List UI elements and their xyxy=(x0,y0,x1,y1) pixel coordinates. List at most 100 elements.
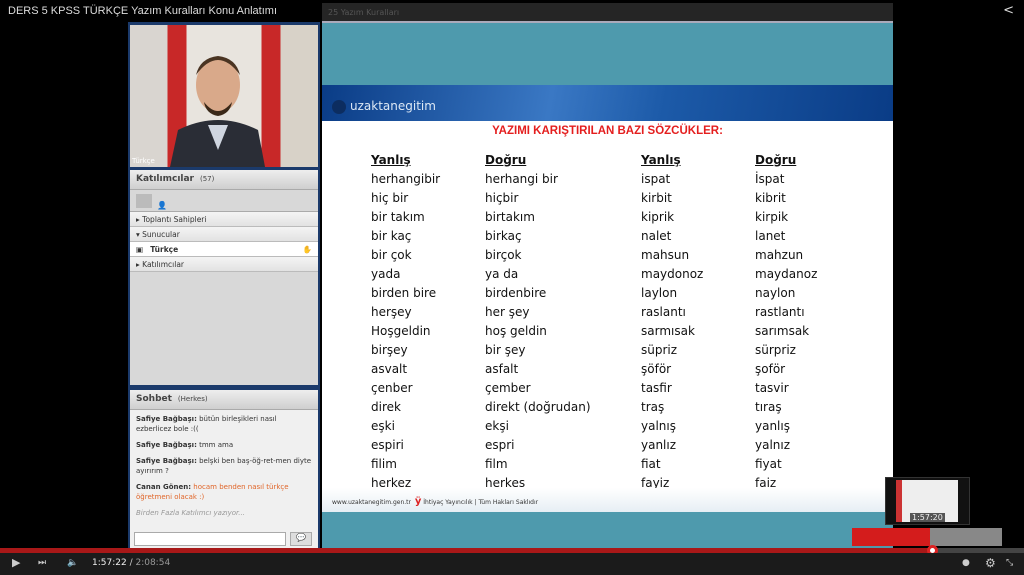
word-item: şoför xyxy=(755,362,786,376)
slide-banner: uzaktanegitim xyxy=(322,85,893,121)
word-item: tasvir xyxy=(755,381,789,395)
word-column: Yanlış herhangibir hiç bir bir takım bir kaç… xyxy=(371,151,440,493)
word-item: asvalt xyxy=(371,362,408,376)
word-item: yada xyxy=(371,267,401,281)
participants-title: Katılımcılar xyxy=(136,174,194,184)
word-item: laylon xyxy=(641,286,678,300)
word-item: hiç bir xyxy=(371,191,409,205)
word-item: süpriz xyxy=(641,343,678,357)
word-item: raslantı xyxy=(641,305,686,319)
word-item: birkaç xyxy=(485,229,522,243)
volume-icon[interactable]: 🔈 xyxy=(67,558,78,568)
participants-header: Katılımcılar (57) xyxy=(130,170,318,190)
next-icon[interactable]: ⏭ xyxy=(38,558,46,568)
webcam-video: Türkçe xyxy=(130,25,318,167)
word-item: kirpik xyxy=(755,210,789,224)
word-item: İspat xyxy=(755,172,785,186)
group-label: Katılımcılar xyxy=(142,260,185,269)
word-item: birdenbire xyxy=(485,286,547,300)
group-label: Sunucular xyxy=(142,230,180,239)
word-item: hoş geldin xyxy=(485,324,547,338)
seek-preview-thumbnail: 1:57:20 xyxy=(885,477,970,525)
word-item: film xyxy=(485,457,508,471)
column-header: Yanlış xyxy=(641,153,681,167)
word-item: şöför xyxy=(641,362,672,376)
time-display: 1:57:22 / 2:08:54 xyxy=(92,558,171,568)
word-column: Yanlış ispat kirbit kiprik nalet mahsun maydon… xyxy=(641,151,703,493)
word-item: fiyat xyxy=(755,457,782,471)
word-item: mahsun xyxy=(641,248,690,262)
group-hosts[interactable]: ▸ Toplantı Sahipleri xyxy=(130,212,318,227)
chat-message: Safiye Bağbaşı: belşki ben baş-öğ-ret-me… xyxy=(136,457,312,475)
uzaktanegitim-logo: uzaktanegitim xyxy=(332,99,436,114)
word-item: tasfir xyxy=(641,381,672,395)
word-item: yalnız xyxy=(755,438,791,452)
user-icon[interactable]: 👤 xyxy=(157,201,167,210)
word-item: kiprik xyxy=(641,210,675,224)
word-item: Hoşgeldin xyxy=(371,324,431,338)
word-item: yanlış xyxy=(755,419,790,433)
slide-heading: YAZIMI KARIŞTIRILAN BAZI SÖZCÜKLER: xyxy=(492,125,723,137)
chat-message: Safiye Bağbaşı: bütün birleşikleri nasıl… xyxy=(136,415,277,433)
video-title: DERS 5 KPSS TÜRKÇE Yazım Kuralları Konu … xyxy=(8,5,277,17)
word-item: espri xyxy=(485,438,515,452)
word-item: kirbit xyxy=(641,191,672,205)
presenter-icon: ▣ xyxy=(136,245,144,254)
chat-input[interactable] xyxy=(134,532,286,546)
word-item: naylon xyxy=(755,286,796,300)
list-view-icon[interactable] xyxy=(136,194,152,208)
word-item: birçok xyxy=(485,248,522,262)
word-item: ekşi xyxy=(485,419,509,433)
chat-message: Canan Gönen: hocam benden nasıl türkçe ö… xyxy=(136,483,289,501)
word-item: filim xyxy=(371,457,397,471)
word-item: lanet xyxy=(755,229,786,243)
column-header: Yanlış xyxy=(371,153,411,167)
group-attendees[interactable]: ▸ Katılımcılar xyxy=(130,257,318,272)
word-item: sarmısak xyxy=(641,324,695,338)
word-item: nalet xyxy=(641,229,672,243)
chat-scope: (Herkes) xyxy=(177,395,208,403)
word-item: sarımsak xyxy=(755,324,810,338)
word-item: fiat xyxy=(641,457,661,471)
slide-footer: www.uzaktanegitim.gen.tr ÿ İhtiyaç Yayın… xyxy=(322,488,893,512)
chat-title: Sohbet xyxy=(136,394,172,404)
exit-fullscreen-icon[interactable]: ⤡ xyxy=(1006,558,1013,568)
preview-time: 1:57:20 xyxy=(910,513,945,522)
slide-title-bar: 25 Yazım Kuralları xyxy=(322,3,893,23)
webcam-label: Türkçe xyxy=(132,157,155,165)
group-label: Toplantı Sahipleri xyxy=(142,215,207,224)
send-chat-button[interactable]: 💬 xyxy=(290,532,312,546)
word-item: eşki xyxy=(371,419,395,433)
participants-count: (57) xyxy=(200,175,215,183)
word-item: bir kaç xyxy=(371,229,412,243)
word-item: direkt (doğrudan) xyxy=(485,400,591,414)
annotations-icon[interactable]: ● xyxy=(962,558,970,568)
word-item: herşey xyxy=(371,305,412,319)
word-item: her şey xyxy=(485,305,530,319)
word-item: bir çok xyxy=(371,248,412,262)
word-item: çember xyxy=(485,381,531,395)
settings-gear-icon[interactable]: ⚙ xyxy=(985,556,996,570)
word-item: traş xyxy=(641,400,665,414)
word-column: Doğru İspat kibrit kirpik lanet mahzun maydano… xyxy=(755,151,817,493)
play-icon[interactable]: ▶ xyxy=(12,556,20,569)
participants-toolbar: 👤 xyxy=(130,190,318,212)
chat-header: Sohbet (Herkes) xyxy=(130,390,318,410)
word-item: hiçbir xyxy=(485,191,519,205)
word-item: espiri xyxy=(371,438,404,452)
footer-url: www.uzaktanegitim.gen.tr xyxy=(332,499,411,506)
word-item: tıraş xyxy=(755,400,782,414)
word-item: maydanoz xyxy=(755,267,818,281)
word-item: birden bire xyxy=(371,286,437,300)
presentation-area: 25 Yazım Kuralları uzaktanegitim YAZIMI … xyxy=(322,3,893,548)
word-item: bir takım xyxy=(371,210,425,224)
chat-messages: Safiye Bağbaşı: bütün birleşikleri nasıl… xyxy=(130,410,318,522)
word-item: birtakım xyxy=(485,210,535,224)
share-icon[interactable]: < xyxy=(1003,3,1014,18)
participants-panel: Katılımcılar (57) 👤 ▸ Toplantı Sahipleri … xyxy=(130,170,318,385)
presenter-item[interactable]: ▣ Türkçe ✋ xyxy=(130,242,318,257)
chat-message: Safiye Bağbaşı: tmm ama xyxy=(136,441,234,449)
word-item: yanlız xyxy=(641,438,677,452)
group-presenters[interactable]: ▾ Sunucular xyxy=(130,227,318,242)
publisher-logo: ÿ xyxy=(414,496,422,507)
